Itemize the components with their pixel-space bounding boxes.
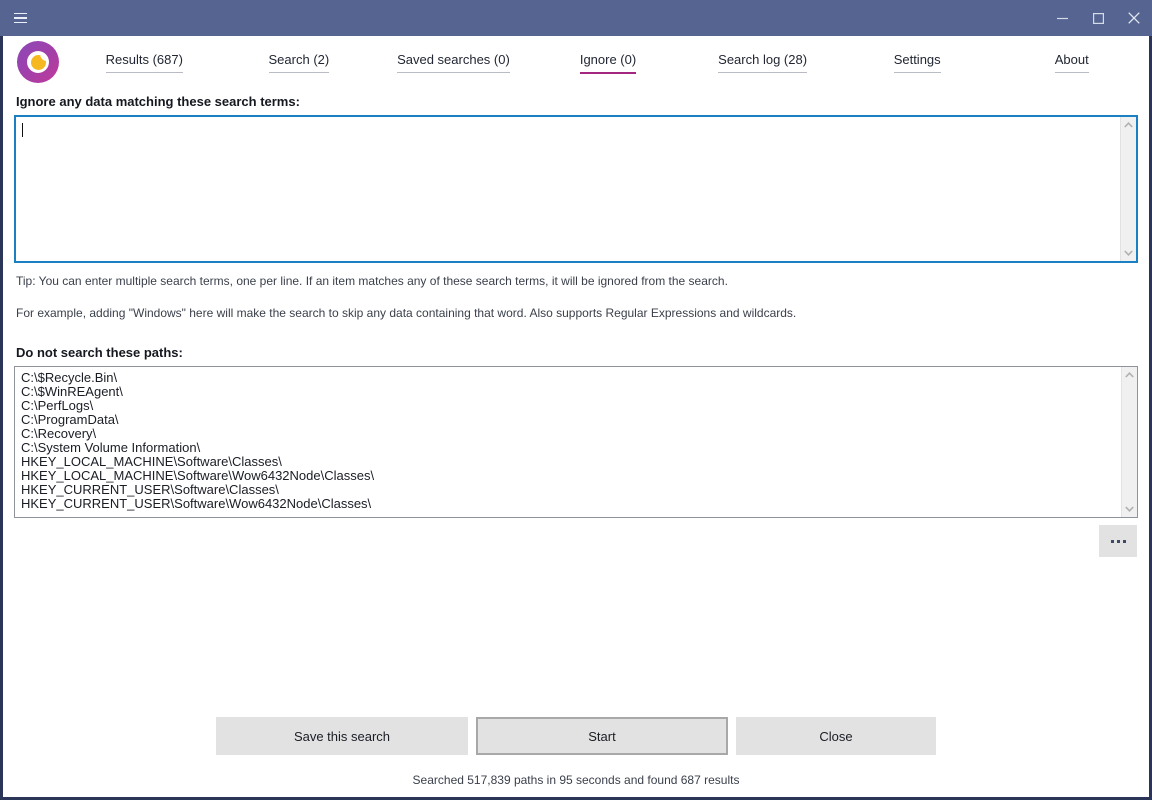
title-bar [0,0,1152,36]
close-icon [1128,12,1140,24]
app-logo-icon [17,41,59,83]
hamburger-line [14,13,27,15]
browse-paths-button[interactable] [1099,525,1137,557]
tab-ignore[interactable]: Ignore (0) [531,36,686,88]
hamburger-menu-icon[interactable] [0,0,40,36]
tab-settings-label: Settings [894,51,941,73]
tab-search-label: Search (2) [269,51,330,73]
window-controls [1044,0,1152,36]
footer: Save this search Start Close Searched 51… [14,717,1138,797]
browse-row [14,525,1138,557]
excluded-paths-textarea-content[interactable]: C:\$Recycle.Bin\ C:\$WinREAgent\ C:\Perf… [15,367,1121,517]
ignore-terms-scrollbar[interactable] [1120,117,1136,261]
start-button[interactable]: Start [476,717,728,755]
ignore-panel: Ignore any data matching these search te… [3,88,1149,797]
app-header: Results (687) Search (2) Saved searches … [3,36,1149,88]
status-text: Searched 517,839 paths in 95 seconds and… [14,773,1138,787]
app-logo-dot [31,55,46,70]
tab-search[interactable]: Search (2) [222,36,377,88]
tab-ignore-label: Ignore (0) [580,51,636,74]
text-cursor [22,123,23,137]
excluded-paths-scrollbar[interactable] [1121,367,1137,517]
tab-search-log[interactable]: Search log (28) [685,36,840,88]
ellipsis-dot [1123,540,1126,543]
tab-results-label: Results (687) [106,51,183,73]
ignore-terms-label: Ignore any data matching these search te… [16,94,1138,109]
ignore-hint-secondary: For example, adding "Windows" here will … [16,305,1138,321]
ignore-terms-textarea-content[interactable] [16,117,1120,261]
ignore-hint-primary: Tip: You can enter multiple search terms… [16,273,1138,289]
scroll-up-icon[interactable] [1124,370,1136,380]
tab-results[interactable]: Results (687) [67,36,222,88]
tab-about[interactable]: About [994,36,1149,88]
close-button[interactable] [1116,0,1152,36]
maximize-button[interactable] [1080,0,1116,36]
ellipsis-dot [1117,540,1120,543]
tab-saved-searches-label: Saved searches (0) [397,51,510,73]
ignore-terms-textarea[interactable] [14,115,1138,263]
app-logo-ring [27,51,49,73]
tab-about-label: About [1055,51,1089,73]
excluded-paths-textarea[interactable]: C:\$Recycle.Bin\ C:\$WinREAgent\ C:\Perf… [14,366,1138,518]
close-dialog-button[interactable]: Close [736,717,936,755]
tab-settings[interactable]: Settings [840,36,995,88]
window-body: Results (687) Search (2) Saved searches … [0,36,1152,800]
save-this-search-button[interactable]: Save this search [216,717,468,755]
hamburger-line [14,17,27,19]
scroll-down-icon[interactable] [1123,248,1135,258]
maximize-icon [1093,13,1104,24]
ellipsis-dot [1111,540,1114,543]
tab-search-log-label: Search log (28) [718,51,807,73]
scroll-down-icon[interactable] [1124,504,1136,514]
tab-bar: Results (687) Search (2) Saved searches … [67,36,1149,88]
action-button-row: Save this search Start Close [14,717,1138,755]
title-bar-left [0,0,40,36]
minimize-button[interactable] [1044,0,1080,36]
scroll-up-icon[interactable] [1123,120,1135,130]
application-window: Results (687) Search (2) Saved searches … [0,0,1152,800]
tab-saved-searches[interactable]: Saved searches (0) [376,36,531,88]
excluded-paths-label: Do not search these paths: [16,345,1138,360]
minimize-icon [1057,13,1068,24]
hamburger-line [14,22,27,24]
